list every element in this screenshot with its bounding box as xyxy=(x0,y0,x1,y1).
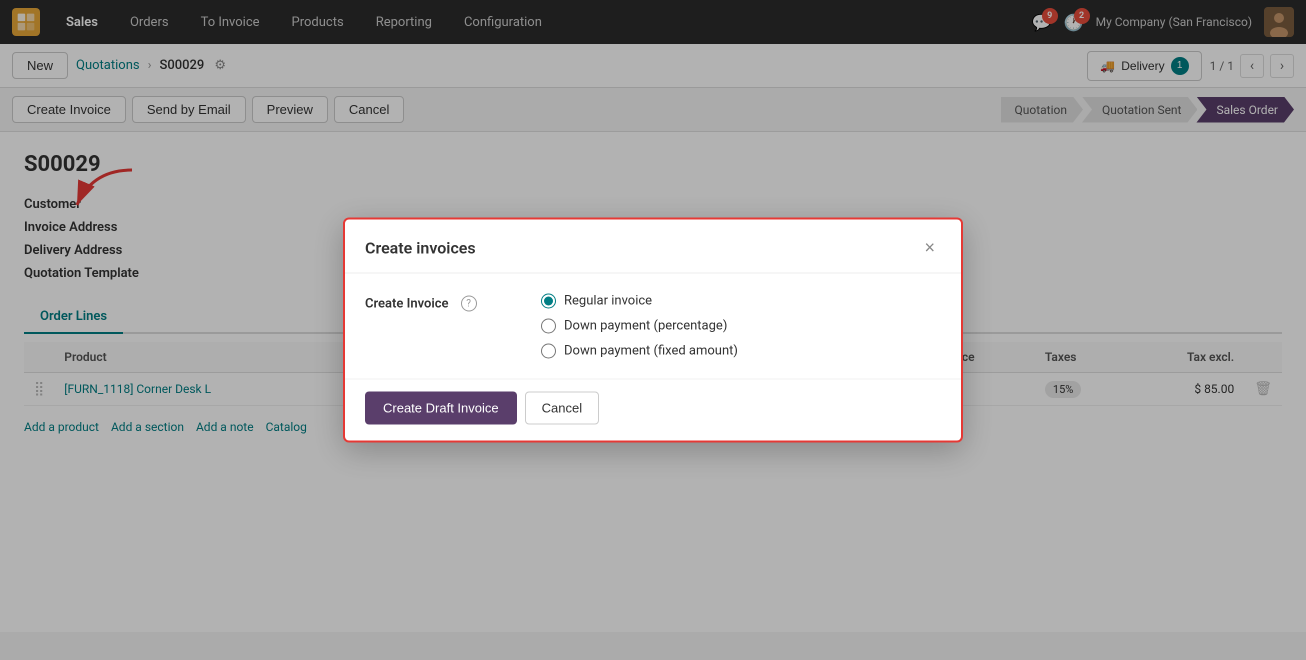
create-draft-invoice-button[interactable]: Create Draft Invoice xyxy=(365,392,517,425)
radio-regular-input[interactable] xyxy=(541,294,556,309)
radio-regular[interactable]: Regular invoice xyxy=(541,294,738,309)
modal-title: Create invoices xyxy=(365,239,476,258)
modal-header: Create invoices × xyxy=(345,220,961,274)
create-field-row: Create Invoice ? Regular invoice Down pa… xyxy=(365,294,941,359)
modal-body: Create Invoice ? Regular invoice Down pa… xyxy=(345,274,961,369)
radio-down-pct[interactable]: Down payment (percentage) xyxy=(541,319,738,334)
radio-down-fixed[interactable]: Down payment (fixed amount) xyxy=(541,344,738,359)
create-invoice-label: Create Invoice xyxy=(365,296,449,311)
radio-down-fixed-label: Down payment (fixed amount) xyxy=(564,344,738,359)
radio-down-pct-input[interactable] xyxy=(541,319,556,334)
create-invoices-modal: Create invoices × Create Invoice ? Regul… xyxy=(343,218,963,443)
radio-group: Regular invoice Down payment (percentage… xyxy=(541,294,738,359)
radio-down-pct-label: Down payment (percentage) xyxy=(564,319,727,334)
modal-close-button[interactable]: × xyxy=(918,236,941,261)
radio-down-fixed-input[interactable] xyxy=(541,344,556,359)
radio-regular-label: Regular invoice xyxy=(564,294,652,309)
help-icon[interactable]: ? xyxy=(461,296,477,312)
modal-cancel-button[interactable]: Cancel xyxy=(525,392,599,425)
modal-footer: Create Draft Invoice Cancel xyxy=(345,379,961,441)
